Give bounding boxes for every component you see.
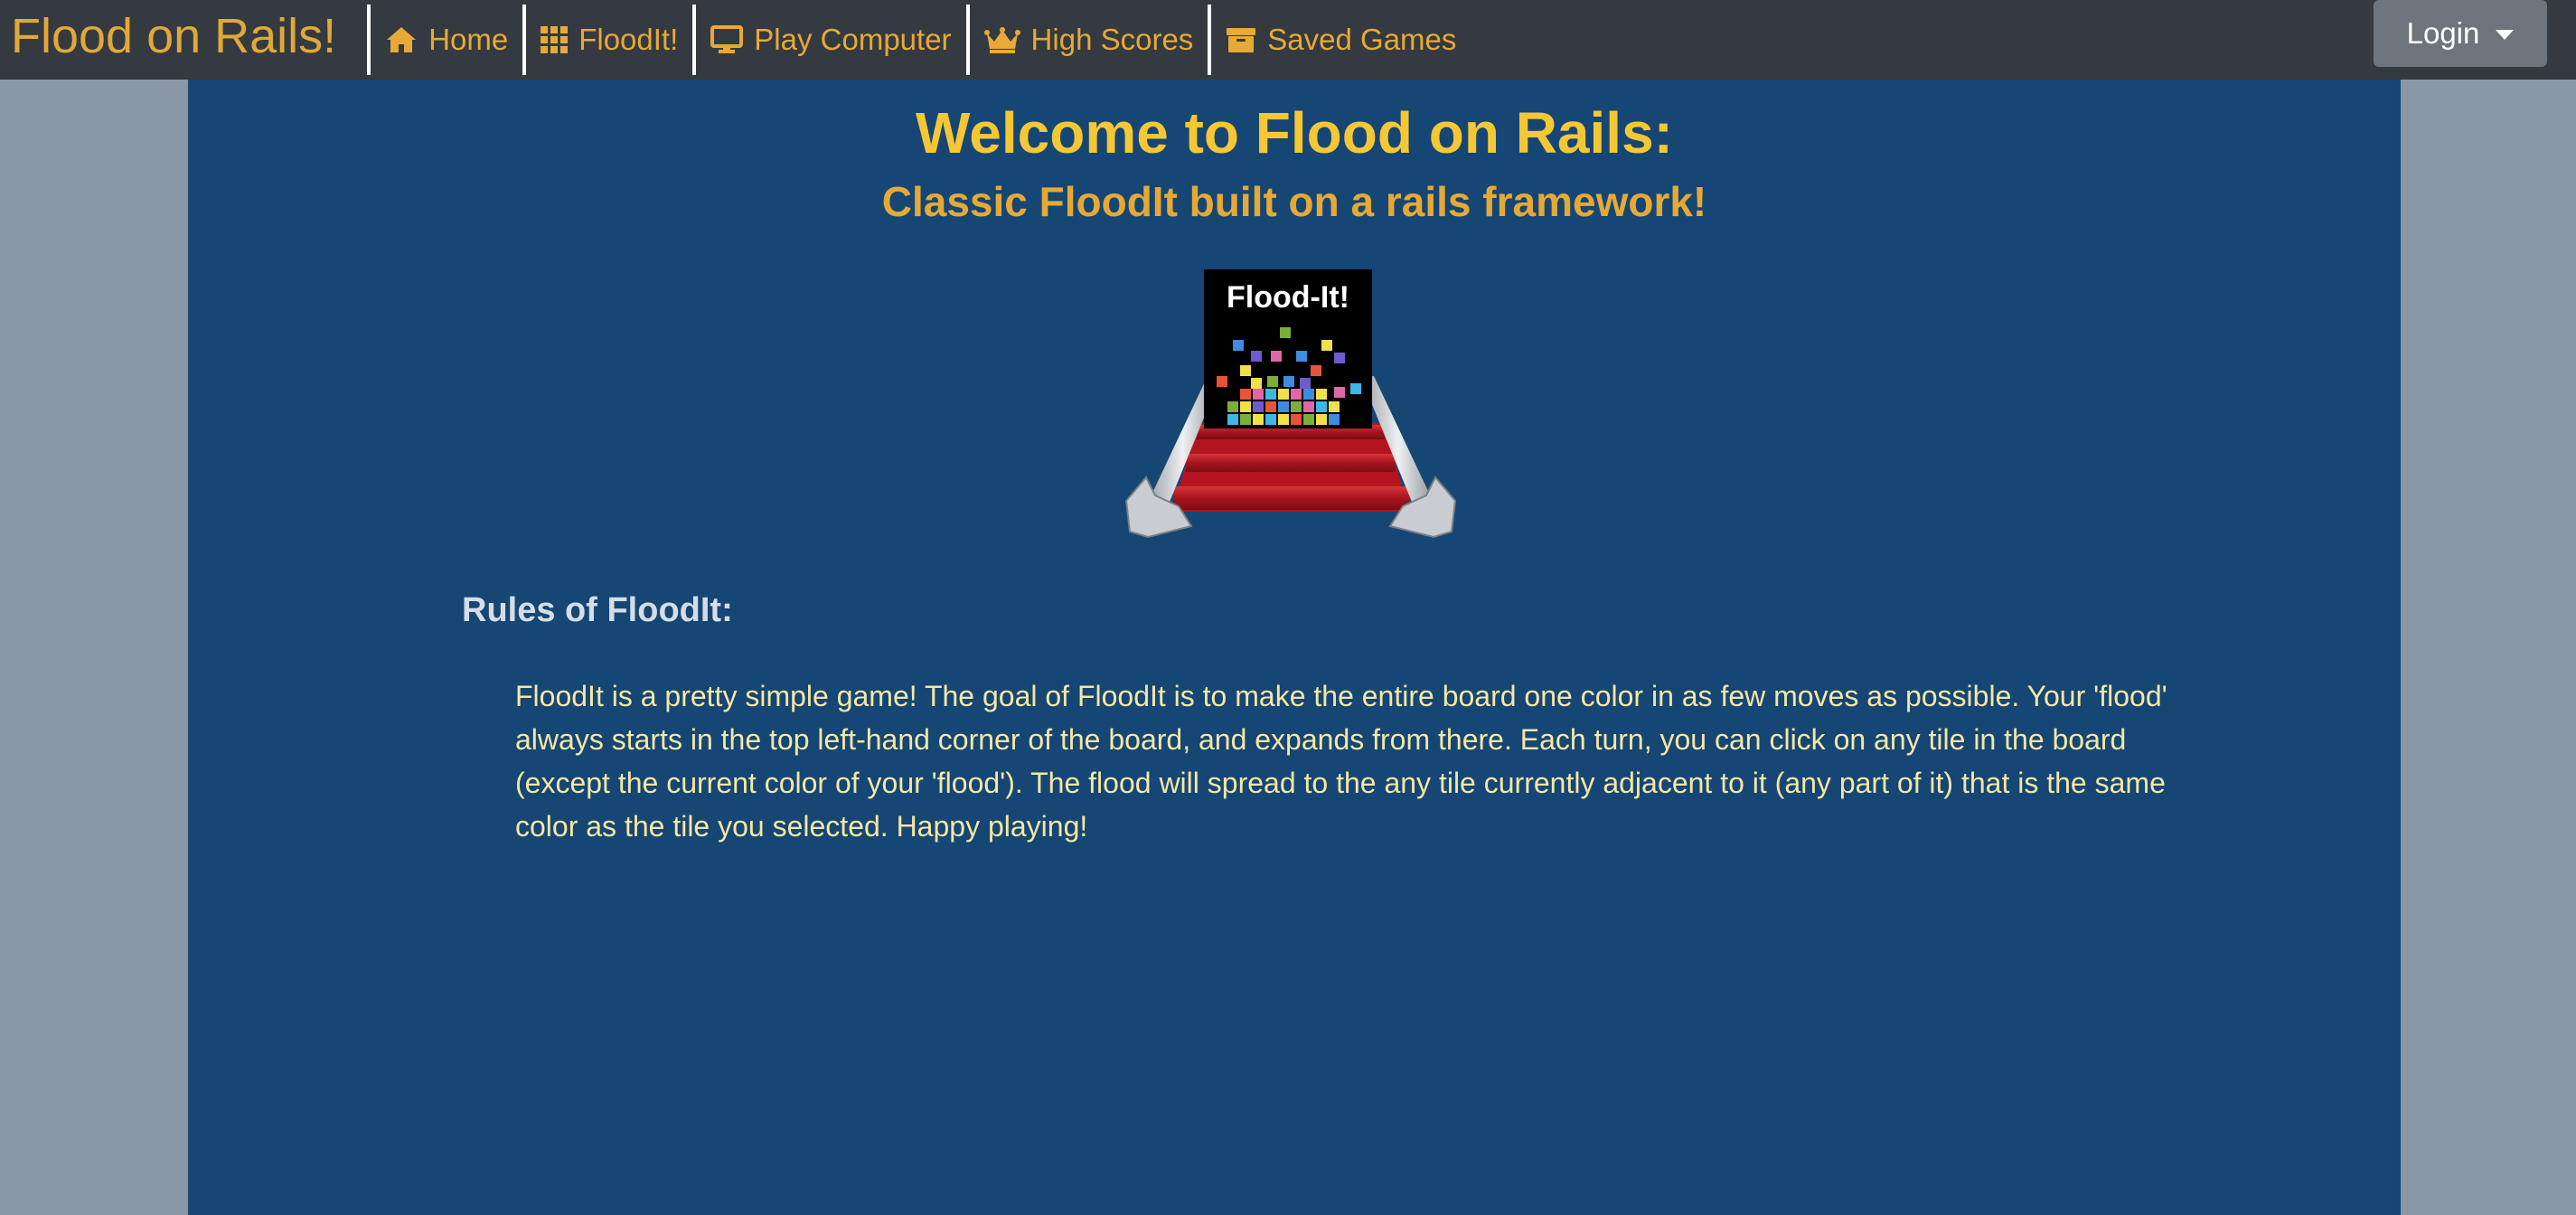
desktop-icon xyxy=(710,25,744,53)
nav-saved-games-label: Saved Games xyxy=(1267,23,1457,56)
home-icon xyxy=(387,27,417,52)
main-content: Welcome to Flood on Rails: Classic Flood… xyxy=(188,80,2401,1215)
nav-play-computer-label: Play Computer xyxy=(754,23,952,56)
login-label: Login xyxy=(2406,16,2480,50)
nav-play-computer[interactable]: Play Computer xyxy=(692,5,965,75)
logo-text: Flood-It! xyxy=(1227,280,1349,315)
nav-high-scores-label: High Scores xyxy=(1030,23,1194,56)
crown-icon xyxy=(983,27,1020,53)
login-dropdown-button[interactable]: Login xyxy=(2374,0,2547,67)
nav-home-label: Home xyxy=(428,23,509,56)
nav-home[interactable]: Home xyxy=(367,5,522,75)
navbar: Flood on Rails! Home FloodIt! Play Compu… xyxy=(0,0,2576,80)
nav-saved-games[interactable]: Saved Games xyxy=(1208,5,1471,75)
page-title: Welcome to Flood on Rails: xyxy=(916,100,1673,165)
rules-heading: Rules of FloodIt: xyxy=(462,591,733,629)
nav-high-scores[interactable]: High Scores xyxy=(965,5,1208,75)
grid-icon xyxy=(541,26,569,53)
rules-text: FloodIt is a pretty simple game! The goa… xyxy=(515,680,2167,843)
brand-link[interactable]: Flood on Rails! xyxy=(0,0,367,80)
caret-down-icon xyxy=(2496,29,2515,40)
archive-icon xyxy=(1227,28,1256,52)
nav-floodit-label: FloodIt! xyxy=(578,23,679,56)
flood-on-rails-logo: Flood-It! xyxy=(1124,269,1457,539)
nav-floodit[interactable]: FloodIt! xyxy=(522,5,692,75)
page-subtitle: Classic FloodIt built on a rails framewo… xyxy=(881,178,1707,225)
